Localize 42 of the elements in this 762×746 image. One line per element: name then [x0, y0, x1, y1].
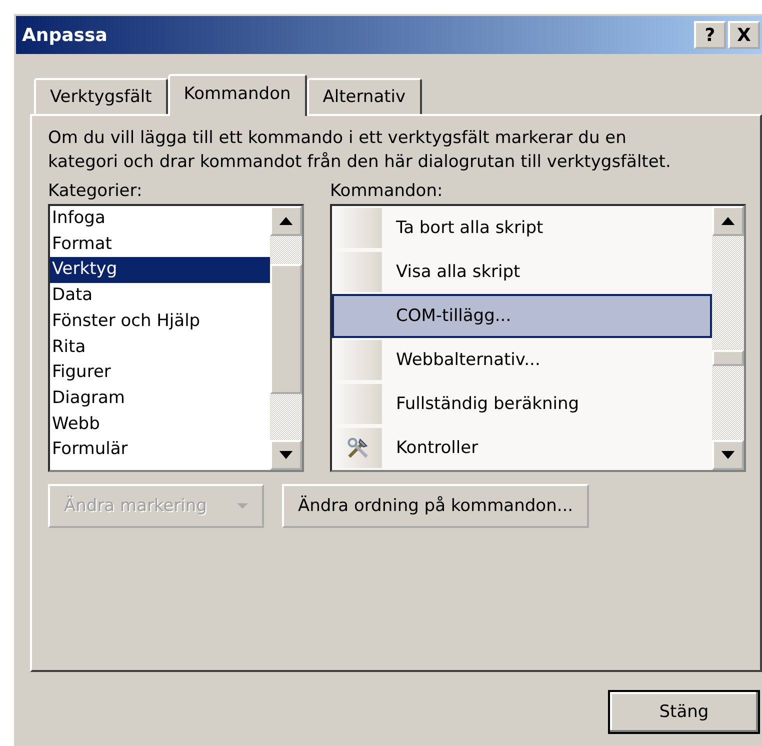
scroll-down-button[interactable]	[712, 440, 744, 470]
commands-list[interactable]: Ta bort alla skript Visa alla skript COM-tillägg... Webbalternativ... Fullständig beräkning Kontroller	[330, 204, 746, 472]
up-arrow-icon	[279, 217, 293, 225]
window-title: Anpassa	[22, 24, 108, 46]
category-item[interactable]: Formulär	[50, 437, 270, 464]
command-item[interactable]: Ta bort alla skript	[332, 206, 712, 250]
tab[interactable]: Alternativ	[306, 78, 422, 114]
tab[interactable]: Kommandon	[168, 74, 307, 116]
category-item[interactable]: Fönster och Hjälp	[50, 308, 270, 335]
category-item[interactable]: Figurer	[50, 360, 270, 386]
commands-label: Kommandon:	[330, 180, 444, 203]
scroll-thumb[interactable]	[270, 264, 302, 394]
caret-icon	[236, 503, 248, 509]
tab[interactable]: Verktygsfält	[34, 78, 168, 114]
category-item[interactable]: Infoga	[50, 206, 270, 232]
category-item[interactable]: Rita	[50, 334, 270, 360]
category-item[interactable]: Diagram	[50, 386, 270, 412]
description-text: Om du vill lägga till ett kommando i ett verktygsfält markerar du en kategori och drar kommandot från den här dialogrutan till verktygsfältet.	[48, 127, 672, 174]
scrollbar[interactable]	[270, 206, 302, 470]
scrollbar[interactable]	[712, 206, 744, 470]
categories-list[interactable]: Infoga Format Verktyg Data Fönster och Hjälp Rita Figurer Diagram Webb Formulär	[48, 204, 304, 472]
up-arrow-icon	[721, 217, 735, 225]
category-item[interactable]: Data	[50, 283, 270, 309]
command-item[interactable]: Webbalternativ...	[332, 338, 712, 382]
scroll-up-button[interactable]	[712, 206, 744, 236]
scroll-up-button[interactable]	[270, 206, 302, 236]
scroll-thumb[interactable]	[712, 350, 744, 366]
down-arrow-icon	[721, 451, 735, 459]
close-dialog-button[interactable]: Stäng	[608, 690, 760, 734]
command-item[interactable]: Fullständig beräkning	[332, 382, 712, 426]
command-item[interactable]: Visa alla skript	[332, 250, 712, 294]
rearrange-commands-button[interactable]: Ändra ordning på kommandon...	[282, 484, 590, 528]
command-item[interactable]: COM-tillägg...	[332, 294, 712, 338]
close-button[interactable]: X	[728, 21, 760, 49]
command-item[interactable]: Kontroller	[332, 426, 712, 470]
category-item[interactable]: Webb	[50, 412, 270, 438]
categories-label: Kategorier:	[48, 180, 144, 203]
down-arrow-icon	[279, 451, 293, 459]
category-item[interactable]: Format	[50, 232, 270, 258]
scroll-down-button[interactable]	[270, 440, 302, 470]
category-item[interactable]: Verktyg	[50, 257, 270, 284]
help-button[interactable]: ?	[694, 21, 726, 49]
